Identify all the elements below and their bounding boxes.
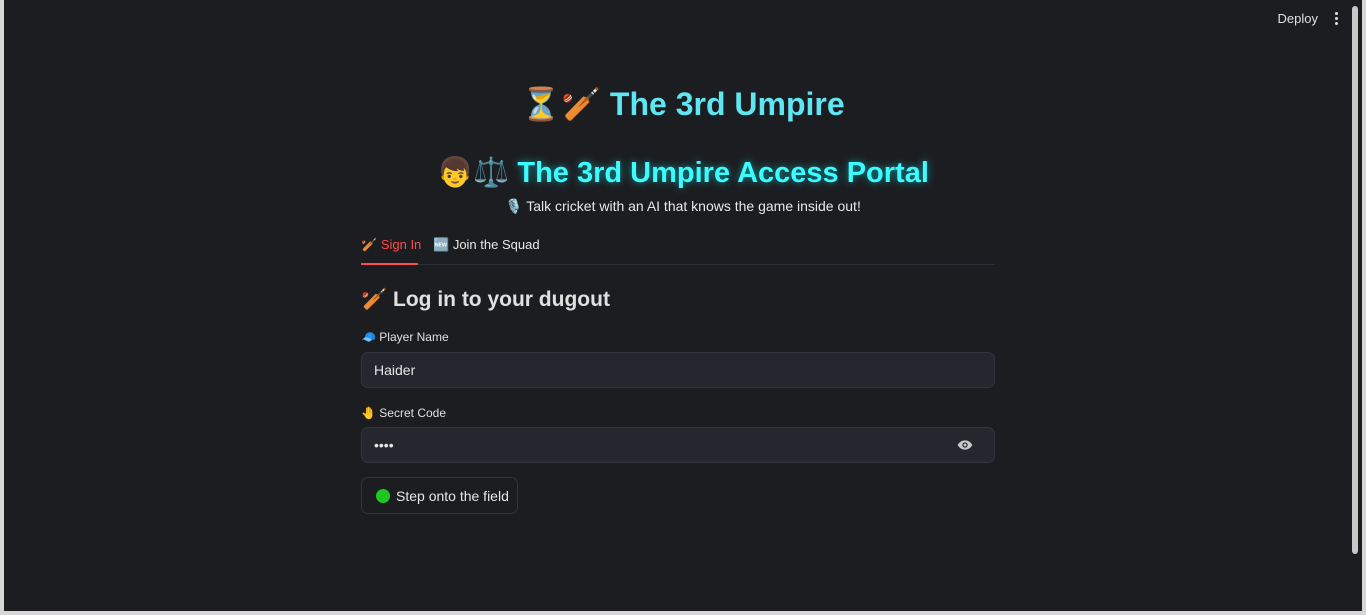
secret-code-label-text: Secret Code [379,406,446,420]
tab-sign-in-label: Sign In [380,237,422,252]
green-circle-icon [376,488,390,503]
cricket-bat-icon: 🏏 [361,287,388,311]
login-heading-text: Log in to your dugout [393,288,610,311]
subtitle: 🎙️ Talk cricket with an AI that knows th… [4,198,1362,215]
tab-sign-in[interactable]: 🏏 Sign In [361,235,422,265]
hourglass-cricket-icon: ⏳🏏 [521,85,602,123]
portal-title-text: The 3rd Umpire Access Portal [517,157,929,189]
player-name-label-text: Player Name [379,330,449,344]
auth-tabs: 🏏 Sign In 🆕 Join the Squad [361,235,995,265]
raised-hand-icon: 🤚 [361,406,376,420]
app-window: Deploy ⏳🏏 The 3rd Umpire 👦⚖️ The 3rd Ump… [4,0,1362,611]
player-name-label: 🧢 Player Name [361,330,449,344]
portal-title: 👦⚖️ The 3rd Umpire Access Portal [4,152,1362,193]
eye-icon[interactable] [956,437,974,453]
tab-join-squad-label: Join the Squad [452,237,540,252]
more-vertical-icon[interactable] [1326,8,1346,28]
subtitle-text: Talk cricket with an AI that knows the g… [526,198,861,214]
secret-code-value: •••• [374,437,394,453]
boy-scales-icon: 👦⚖️ [437,155,510,189]
login-heading: 🏏 Log in to your dugout [361,285,610,314]
player-name-input[interactable]: Haider [361,352,995,388]
cricket-bat-icon: 🏏 [361,238,378,253]
login-submit-button[interactable]: Step onto the field [361,477,518,514]
deploy-button[interactable]: Deploy [1272,8,1324,29]
tab-join-squad[interactable]: 🆕 Join the Squad [433,235,540,265]
new-badge-icon: 🆕 [433,238,450,253]
app-title: ⏳🏏 The 3rd Umpire [4,82,1362,126]
secret-code-input[interactable]: •••• [361,427,995,463]
secret-code-label: 🤚 Secret Code [361,406,446,420]
app-title-text: The 3rd Umpire [609,86,845,122]
cap-icon: 🧢 [361,330,376,344]
microphone-icon: 🎙️ [505,199,523,215]
scrollbar[interactable] [1352,6,1358,554]
login-submit-label: Step onto the field [396,487,509,504]
